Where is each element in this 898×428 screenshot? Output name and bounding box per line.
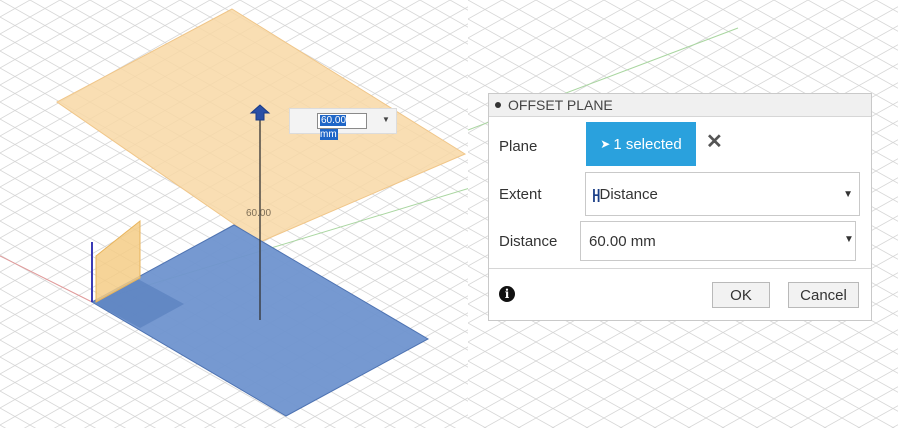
divider xyxy=(489,268,871,269)
canvas-viewport-left[interactable]: 60.00 mm ▼ 60.00 xyxy=(0,0,470,428)
extent-dropdown[interactable]: |-| Distance ▼ xyxy=(585,172,860,216)
cancel-button[interactable]: Cancel xyxy=(788,282,859,308)
info-icon[interactable]: i xyxy=(499,286,515,302)
distance-label: Distance xyxy=(499,233,558,250)
dialog-title: OFFSET PLANE xyxy=(508,97,613,113)
plane-selection-button[interactable]: ➤ 1 selected xyxy=(586,122,696,166)
chevron-down-icon: ▼ xyxy=(843,188,853,200)
plane-selection-text: 1 selected xyxy=(613,135,682,153)
cursor-arrow-icon: ➤ xyxy=(600,137,611,151)
distance-value: 60.00 mm xyxy=(589,232,656,250)
distance-input-field[interactable]: 60.00 mm xyxy=(317,113,367,140)
extent-label: Extent xyxy=(499,186,542,203)
dimension-label: 60.00 xyxy=(246,208,272,219)
clear-selection-icon[interactable]: ✕ xyxy=(706,132,723,152)
plane-label: Plane xyxy=(499,138,538,155)
canvas-graphics xyxy=(0,0,470,428)
distance-chevron-down-icon[interactable]: ▼ xyxy=(844,234,854,245)
extent-value: Distance xyxy=(599,185,658,203)
offset-plane-dialog: OFFSET PLANE Plane ➤ 1 selected ✕ Extent… xyxy=(488,93,872,321)
distance-input[interactable]: 60.00 mm xyxy=(580,221,856,261)
ok-button[interactable]: OK xyxy=(712,282,770,308)
distance-extent-icon: |-| xyxy=(592,186,600,202)
distance-dropdown-arrow-icon[interactable]: ▼ xyxy=(380,112,392,128)
dialog-header[interactable]: OFFSET PLANE xyxy=(489,94,871,117)
collapse-icon[interactable] xyxy=(495,102,501,108)
